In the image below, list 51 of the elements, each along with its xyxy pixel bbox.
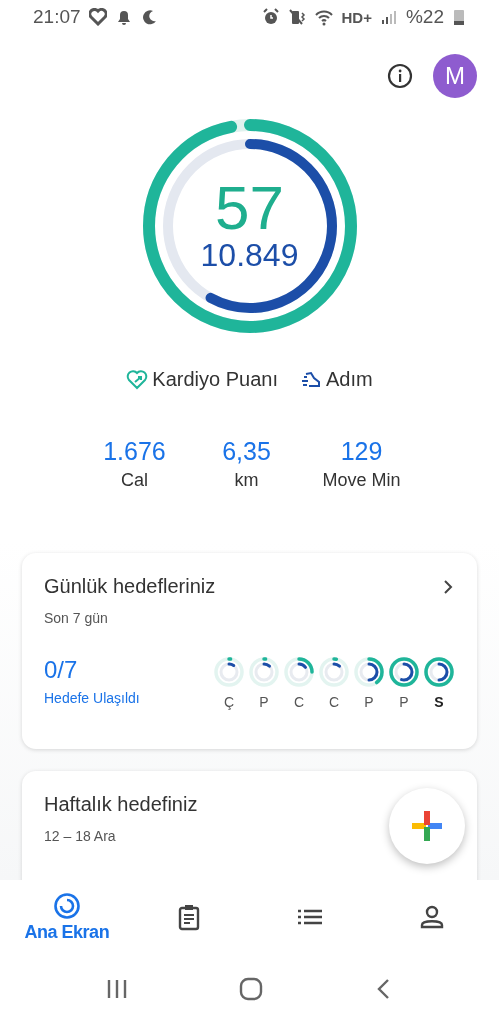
card-subtitle: 12 – 18 Ara — [44, 828, 117, 844]
heart-icon — [88, 8, 107, 26]
day-ring-drawing — [353, 656, 385, 688]
day-label: Ç — [223, 694, 235, 710]
home-icon[interactable] — [239, 977, 264, 1001]
stat-label: km — [234, 470, 259, 491]
plus-icon — [410, 809, 444, 843]
steps-value: 10.849 — [200, 237, 299, 273]
day-label: P — [364, 694, 374, 710]
day-ring-drawing — [248, 656, 280, 688]
day-ring-drawing — [423, 656, 455, 688]
ring-icon — [52, 891, 81, 920]
info-icon[interactable] — [387, 63, 413, 89]
legend-label: Kardiyo Puanı — [152, 368, 278, 391]
day-ring-drawing — [283, 656, 315, 688]
wifi-icon — [313, 8, 334, 26]
nav-tab[interactable]: Ana Ekran — [11, 891, 122, 943]
heart-icon — [126, 368, 149, 391]
card-title: Günlük hedefleriniz — [44, 575, 216, 598]
day-label: P — [399, 694, 409, 710]
card-subtitle: Son 7 gün — [44, 610, 109, 626]
goal-count-label: Hedefe Ulaşıldı — [44, 690, 140, 706]
avatar[interactable]: M — [433, 54, 477, 98]
legend-label: Adım — [325, 368, 373, 391]
recent-apps-icon[interactable] — [105, 978, 128, 1000]
day-label: C — [328, 694, 340, 710]
daily-goals-card[interactable]: Günlük hedefleriniz Son 7 gün 0/7 Hedefe Ulaşıldı Ç P C C P P S — [22, 553, 477, 749]
day-label: S — [434, 694, 444, 710]
moon-icon — [140, 8, 159, 26]
weekly-goal-card[interactable]: Haftalık hedefiniz 12 – 18 Ara — [22, 771, 477, 880]
vibrate-off-icon — [287, 8, 306, 26]
signal-icon — [379, 8, 398, 26]
chevron-right-icon[interactable] — [441, 578, 455, 595]
heart-points-value: 57 — [215, 179, 284, 237]
battery-percent: %22 — [405, 6, 444, 28]
network-label: HD+ — [341, 8, 372, 26]
stat-value: 6,35 — [222, 437, 271, 466]
goal-count: 0/7 — [44, 656, 79, 684]
stat-value: 129 — [340, 437, 383, 466]
day-ring-drawing — [388, 656, 420, 688]
card-title: Haftalık hedefiniz — [44, 793, 199, 816]
stat-label: Cal — [120, 470, 148, 491]
battery-icon — [452, 8, 466, 26]
alarm-icon — [261, 8, 280, 26]
day-label: P — [259, 694, 269, 710]
day-ring-drawing — [213, 656, 245, 688]
day-label: C — [293, 694, 305, 710]
stat-value: 1.676 — [103, 437, 166, 466]
clock: 21:07 — [33, 6, 81, 28]
stat-label: Move Min — [322, 470, 401, 491]
day-ring-drawing — [318, 656, 350, 688]
